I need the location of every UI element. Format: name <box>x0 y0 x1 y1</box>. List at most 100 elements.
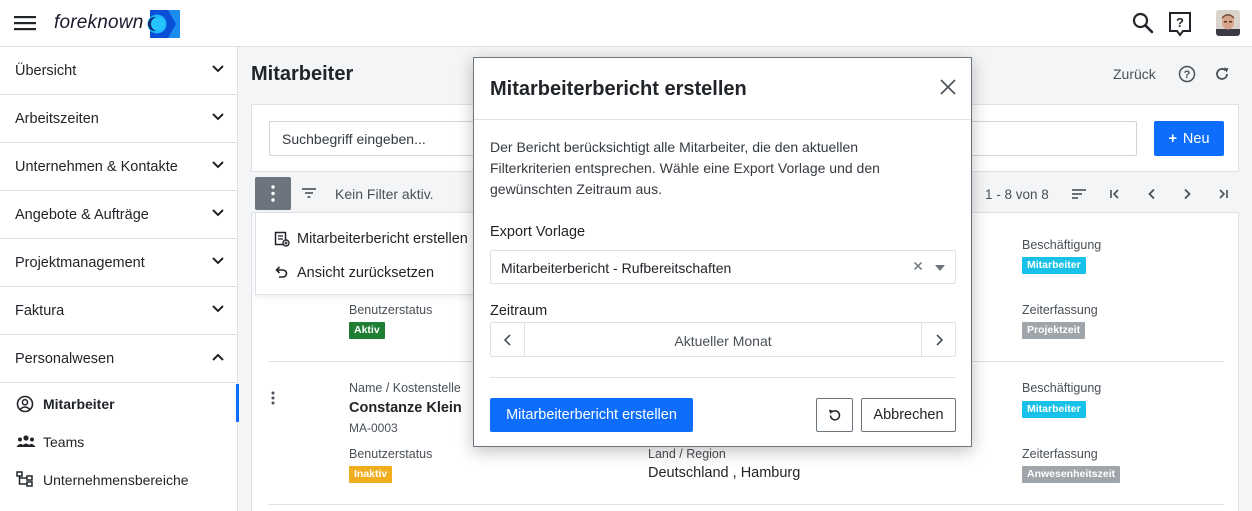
sidebar-item-label: Personalwesen <box>15 351 115 367</box>
report-icon <box>274 231 290 247</box>
filter-icon[interactable] <box>301 186 317 200</box>
dialog-title: Mitarbeiterbericht erstellen <box>490 78 747 100</box>
sidebar-item-personalwesen[interactable]: Personalwesen <box>0 335 238 383</box>
chevron-up-icon <box>212 353 224 361</box>
sidebar-item-unternehmen[interactable]: Unternehmen & Kontakte <box>0 143 238 191</box>
page-title: Mitarbeiter <box>251 63 354 85</box>
benutzerstatus-label: Benutzerstatus <box>349 303 433 317</box>
period-next-button[interactable] <box>921 323 955 356</box>
group-icon <box>16 433 36 449</box>
menu-item-label: Mitarbeiterbericht erstellen <box>297 231 468 247</box>
zeiterfassung-label: Zeiterfassung <box>1022 303 1098 317</box>
create-report-button[interactable]: Mitarbeiterbericht erstellen <box>490 398 693 432</box>
employee-id: MA-0003 <box>349 421 398 435</box>
menu-icon[interactable] <box>14 13 36 33</box>
caret-down-icon[interactable] <box>935 265 945 271</box>
svg-text:?: ? <box>1176 15 1184 30</box>
org-chart-icon <box>16 471 34 487</box>
filter-status-text: Kein Filter aktiv. <box>335 186 434 202</box>
land-value: Deutschland , Hamburg <box>648 465 801 481</box>
period-picker: Aktueller Monat <box>490 322 956 357</box>
row-actions-icon[interactable] <box>267 390 279 406</box>
status-badge: Inaktiv <box>349 466 393 483</box>
export-template-select[interactable]: Mitarbeiterbericht - Rufbereitschaften <box>490 250 956 284</box>
chevron-left-icon <box>503 334 511 346</box>
export-template-value: Mitarbeiterbericht - Rufbereitschaften <box>501 260 732 276</box>
report-dialog: Mitarbeiterbericht erstellen Der Bericht… <box>473 57 972 447</box>
zeitraum-label: Zeitraum <box>490 303 548 319</box>
search-icon[interactable] <box>1131 11 1155 35</box>
actions-menu-button[interactable] <box>255 177 291 210</box>
status-badge: Aktiv <box>349 322 385 339</box>
status-badge: Projektzeit <box>1022 322 1086 339</box>
sidebar-item-arbeitszeiten[interactable]: Arbeitszeiten <box>0 95 238 143</box>
prev-page-icon[interactable] <box>1145 187 1159 201</box>
next-page-icon[interactable] <box>1180 187 1194 201</box>
actions-dropdown: Mitarbeiterbericht erstellen Ansicht zur… <box>255 212 475 295</box>
undo-icon <box>829 409 841 421</box>
sort-icon[interactable] <box>1071 187 1087 201</box>
employee-name[interactable]: Constanze Klein <box>349 400 462 416</box>
land-label: Land / Region <box>648 447 726 461</box>
dialog-divider <box>474 119 971 120</box>
sidebar-item-label: Projektmanagement <box>15 255 145 271</box>
sidebar-subitem-label: Teams <box>43 434 85 450</box>
sidebar-item-projektmanagement[interactable]: Projektmanagement <box>0 239 238 287</box>
sidebar-subitem-label: Unternehmensbereiche <box>43 472 189 488</box>
sidebar-item-label: Faktura <box>15 303 65 319</box>
menu-item-label: Ansicht zurücksetzen <box>297 265 435 281</box>
new-button[interactable]: + Neu <box>1154 121 1224 156</box>
plus-icon: + <box>1168 130 1177 147</box>
period-prev-button[interactable] <box>491 323 525 356</box>
top-bar: foreknown ? <box>0 0 1252 47</box>
sidebar-subitem-unternehmensbereiche[interactable]: Unternehmensbereiche <box>0 460 238 498</box>
refresh-icon[interactable] <box>1214 66 1230 82</box>
row-divider <box>268 504 1224 505</box>
menu-item-create-report[interactable]: Mitarbeiterbericht erstellen <box>256 221 476 255</box>
back-link[interactable]: Zurück <box>1113 66 1156 82</box>
close-icon[interactable] <box>940 79 956 95</box>
beschaeftigung-label: Beschäftigung <box>1022 238 1102 252</box>
reset-button[interactable] <box>816 398 853 432</box>
chevron-down-icon <box>212 257 224 265</box>
menu-item-reset-view[interactable]: Ansicht zurücksetzen <box>256 255 476 289</box>
pager-text: 1 - 8 von 8 <box>985 187 1049 202</box>
status-badge: Mitarbeiter <box>1022 257 1086 274</box>
name-label: Name / Kostenstelle <box>349 381 461 395</box>
avatar[interactable] <box>1216 10 1240 36</box>
sidebar-item-label: Arbeitszeiten <box>15 111 99 127</box>
chevron-down-icon <box>212 305 224 313</box>
beschaeftigung-label: Beschäftigung <box>1022 381 1102 395</box>
sidebar-subitem-teams[interactable]: Teams <box>0 422 238 460</box>
undo-icon <box>274 265 288 279</box>
chevron-down-icon <box>212 113 224 121</box>
sidebar-item-angebote[interactable]: Angebote & Aufträge <box>0 191 238 239</box>
sidebar-subitem-mitarbeiter[interactable]: Mitarbeiter <box>0 384 239 422</box>
export-template-label: Export Vorlage <box>490 224 586 240</box>
kebab-icon <box>271 185 275 202</box>
dialog-description: Der Bericht berücksichtigt alle Mitarbei… <box>490 139 880 197</box>
sidebar-item-faktura[interactable]: Faktura <box>0 287 238 335</box>
first-page-icon[interactable] <box>1108 187 1122 201</box>
sidebar-subitem-label: Mitarbeiter <box>43 396 115 412</box>
sidebar-item-label: Übersicht <box>15 63 77 79</box>
status-badge: Mitarbeiter <box>1022 401 1086 418</box>
period-value[interactable]: Aktueller Monat <box>525 333 921 349</box>
user-circle-icon <box>16 395 34 413</box>
cancel-button[interactable]: Abbrechen <box>861 398 956 432</box>
help-circle-icon[interactable]: ? <box>1178 65 1196 83</box>
help-icon[interactable]: ? <box>1168 11 1192 37</box>
logo-text[interactable]: foreknown <box>54 12 143 34</box>
zeiterfassung-label: Zeiterfassung <box>1022 447 1098 461</box>
last-page-icon[interactable] <box>1216 187 1230 201</box>
status-badge: Anwesenheitszeit <box>1022 466 1121 483</box>
chevron-down-icon <box>212 65 224 73</box>
sidebar-item-label: Unternehmen & Kontakte <box>15 159 178 175</box>
svg-text:?: ? <box>1184 69 1191 81</box>
sidebar-item-label: Angebote & Aufträge <box>15 207 149 223</box>
benutzerstatus-label: Benutzerstatus <box>349 447 433 461</box>
clear-icon[interactable] <box>913 261 923 271</box>
chevron-down-icon <box>212 209 224 217</box>
new-button-label: Neu <box>1182 130 1210 147</box>
sidebar-item-uebersicht[interactable]: Übersicht <box>0 47 238 95</box>
